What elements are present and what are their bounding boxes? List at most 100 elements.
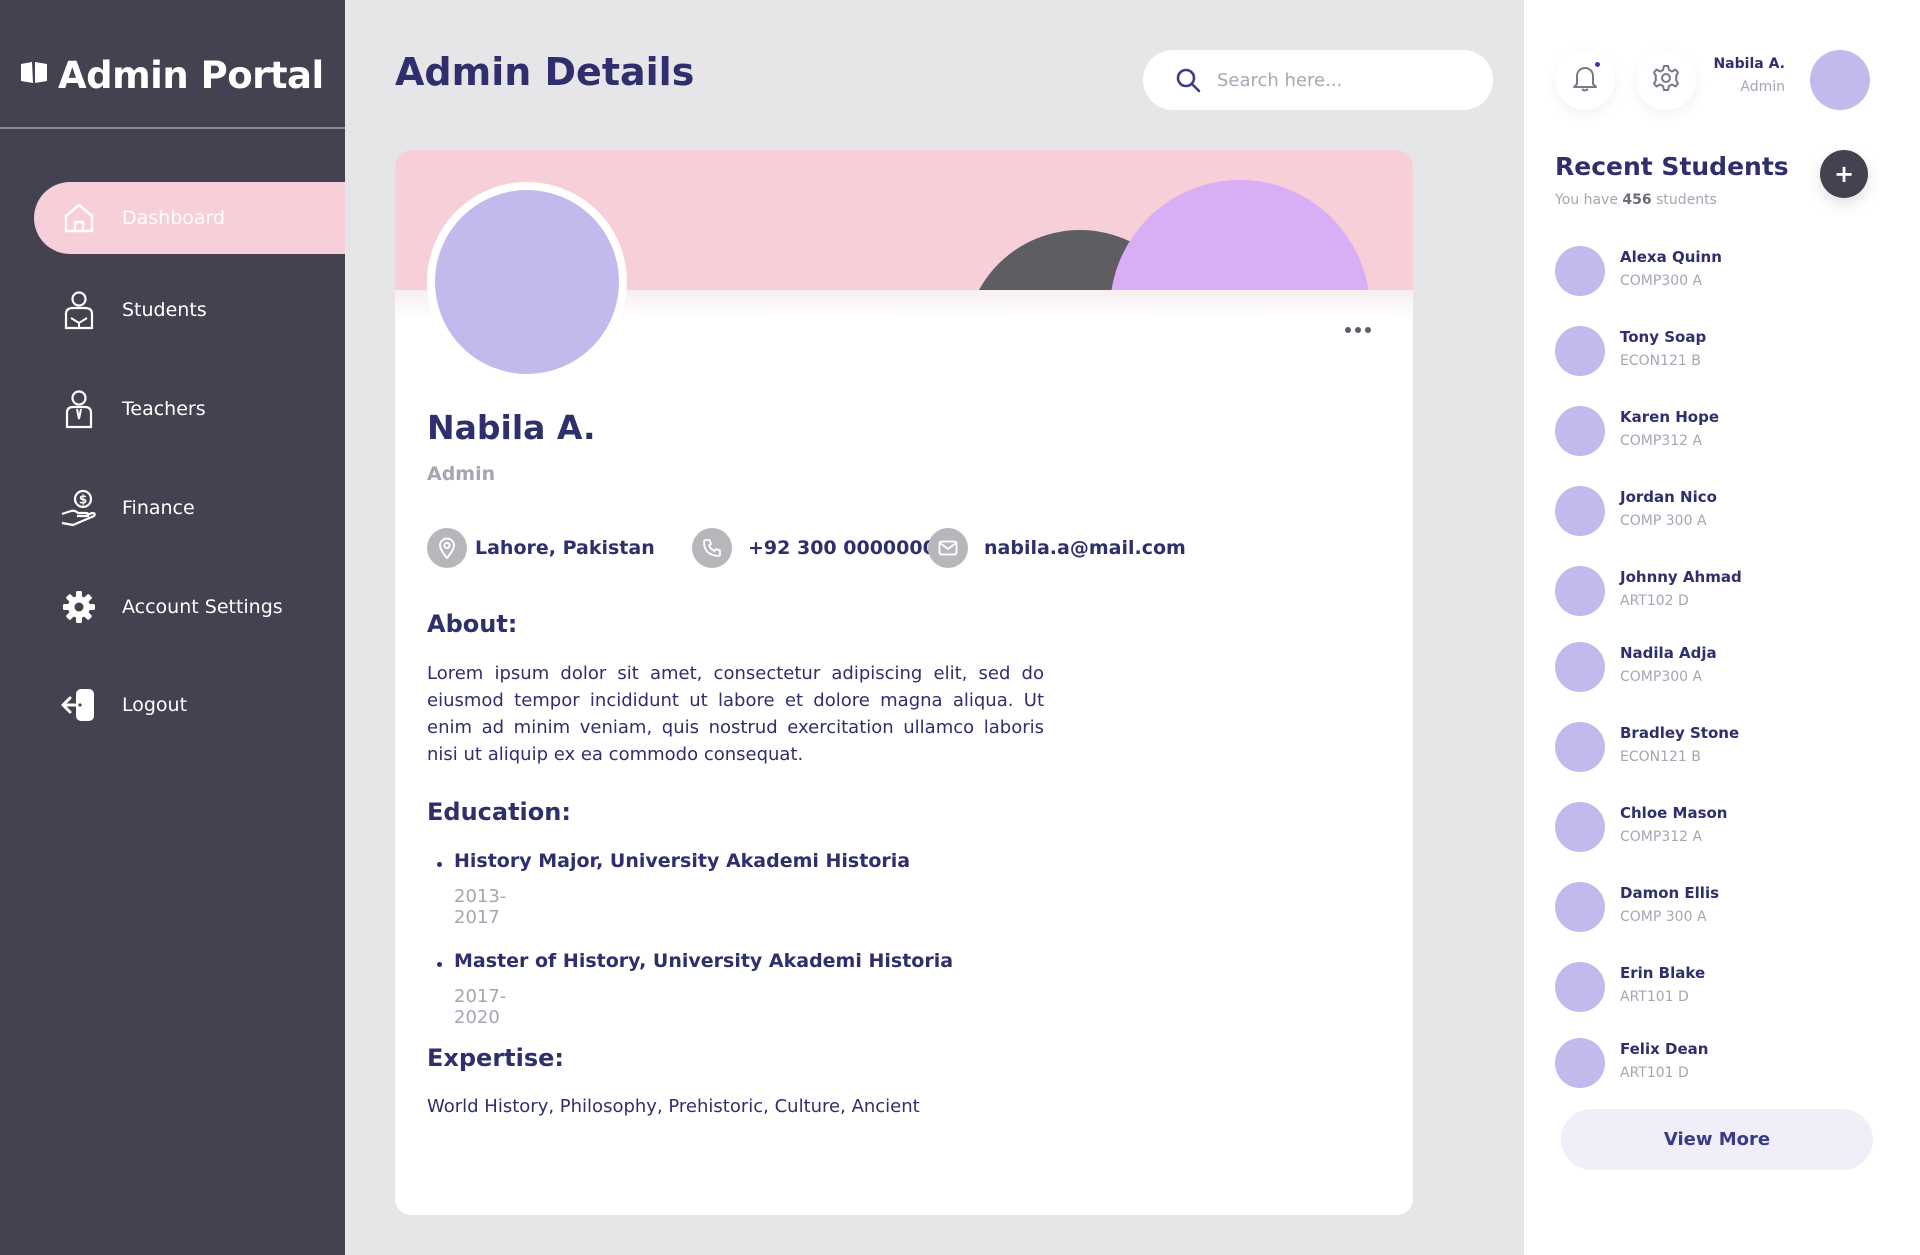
student-class: ART102 D: [1620, 593, 1689, 609]
search-icon: [1175, 67, 1201, 93]
sidebar-item-finance[interactable]: $ Finance: [34, 472, 345, 544]
contact-phone[interactable]: +92 300 0000000: [692, 528, 936, 568]
expertise-heading: Expertise:: [427, 1044, 565, 1072]
student-class: ART101 D: [1620, 989, 1689, 1005]
student-avatar: [1555, 326, 1605, 376]
brand-title: Admin Portal: [58, 53, 324, 97]
more-options-icon[interactable]: [1345, 322, 1375, 338]
book-icon: [20, 61, 48, 89]
mail-icon: [928, 528, 968, 568]
search-input[interactable]: [1217, 69, 1467, 91]
about-text: Lorem ipsum dolor sit amet, consectetur …: [427, 663, 1044, 765]
education-years: 2017-2020: [454, 986, 507, 1028]
profile-avatar: [427, 182, 627, 382]
education-years: 2013-2017: [454, 886, 507, 928]
notification-dot: [1593, 60, 1602, 69]
sidebar-item-logout[interactable]: Logout: [34, 669, 345, 741]
student-name: Jordan Nico: [1620, 488, 1717, 506]
student-name: Chloe Mason: [1620, 804, 1728, 822]
student-item[interactable]: Damon Ellis COMP 300 A: [1555, 882, 1875, 932]
subtitle-prefix: You have: [1555, 192, 1618, 208]
sidebar-item-dashboard[interactable]: Dashboard: [34, 182, 345, 254]
student-name: Damon Ellis: [1620, 884, 1720, 902]
student-avatar: [1555, 406, 1605, 456]
contact-location: Lahore, Pakistan: [427, 528, 655, 568]
profile-role: Admin: [427, 463, 496, 485]
contact-email[interactable]: nabila.a@mail.com: [928, 528, 1186, 568]
location-text: Lahore, Pakistan: [475, 537, 655, 559]
profile-card: Nabila A. Admin Lahore, Pakistan +92 300…: [395, 150, 1413, 1215]
sidebar-item-students[interactable]: Students: [34, 274, 345, 346]
student-item[interactable]: Felix Dean ART101 D: [1555, 1038, 1875, 1088]
student-item[interactable]: Karen Hope COMP312 A: [1555, 406, 1875, 456]
home-icon: [54, 193, 104, 243]
recent-students-title: Recent Students: [1555, 152, 1789, 181]
search-bar[interactable]: [1143, 50, 1493, 110]
student-class: COMP312 A: [1620, 829, 1703, 845]
logout-icon: [54, 680, 104, 730]
expertise-text: World History, Philosophy, Prehistoric, …: [427, 1096, 920, 1117]
student-class: ECON121 B: [1620, 749, 1701, 765]
divider: [0, 127, 345, 129]
student-name: Bradley Stone: [1620, 724, 1740, 742]
student-name: Johnny Ahmad: [1620, 568, 1742, 586]
education-title: Master of History, University Akademi Hi…: [454, 950, 954, 972]
sidebar-item-account-settings[interactable]: Account Settings: [34, 571, 345, 643]
student-avatar: [1555, 642, 1605, 692]
student-class: COMP312 A: [1620, 433, 1703, 449]
student-name: Felix Dean: [1620, 1040, 1709, 1058]
sidebar-item-label: Students: [122, 299, 207, 321]
user-name: Nabila A.: [1713, 56, 1785, 72]
recent-students-subtitle: You have 456 students: [1555, 192, 1717, 208]
sidebar-item-label: Account Settings: [122, 596, 283, 618]
student-item[interactable]: Chloe Mason COMP312 A: [1555, 802, 1875, 852]
notifications-button[interactable]: [1555, 50, 1615, 110]
page-title: Admin Details: [395, 50, 695, 94]
student-item[interactable]: Erin Blake ART101 D: [1555, 962, 1875, 1012]
student-name: Erin Blake: [1620, 964, 1706, 982]
student-count: 456: [1622, 192, 1652, 208]
student-class: ART101 D: [1620, 1065, 1689, 1081]
student-avatar: [1555, 246, 1605, 296]
student-avatar: [1555, 566, 1605, 616]
sidebar: Admin Portal Dashboard Students Teachers…: [0, 0, 345, 1255]
student-name: Alexa Quinn: [1620, 248, 1722, 266]
profile-name: Nabila A.: [427, 408, 596, 447]
add-student-button[interactable]: +: [1820, 150, 1868, 198]
student-item[interactable]: Bradley Stone ECON121 B: [1555, 722, 1875, 772]
bullet: [437, 962, 442, 967]
student-item[interactable]: Jordan Nico COMP 300 A: [1555, 486, 1875, 536]
sidebar-item-label: Teachers: [122, 398, 206, 420]
student-name: Karen Hope: [1620, 408, 1719, 426]
student-item[interactable]: Nadila Adja COMP300 A: [1555, 642, 1875, 692]
sidebar-item-teachers[interactable]: Teachers: [34, 373, 345, 445]
student-class: COMP300 A: [1620, 669, 1703, 685]
gear-icon: [54, 582, 104, 632]
email-text: nabila.a@mail.com: [984, 537, 1186, 559]
about-heading: About:: [427, 610, 518, 638]
user-block[interactable]: Nabila A. Admin: [1620, 56, 1785, 95]
education-heading: Education:: [427, 798, 571, 826]
student-icon: [54, 285, 104, 335]
phone-icon: [692, 528, 732, 568]
student-class: COMP 300 A: [1620, 909, 1707, 925]
student-avatar: [1555, 486, 1605, 536]
student-avatar: [1555, 1038, 1605, 1088]
phone-text: +92 300 0000000: [748, 537, 936, 559]
user-avatar[interactable]: [1810, 50, 1870, 110]
sidebar-item-label: Finance: [122, 497, 195, 519]
student-item[interactable]: Johnny Ahmad ART102 D: [1555, 566, 1875, 616]
finance-icon: $: [54, 483, 104, 533]
brand: Admin Portal: [20, 50, 324, 100]
view-more-button[interactable]: View More: [1561, 1109, 1873, 1170]
student-class: COMP300 A: [1620, 273, 1703, 289]
student-avatar: [1555, 802, 1605, 852]
student-avatar: [1555, 722, 1605, 772]
student-item[interactable]: Tony Soap ECON121 B: [1555, 326, 1875, 376]
education-title: History Major, University Akademi Histor…: [454, 850, 911, 872]
banner-decoration: [1110, 180, 1370, 290]
sidebar-item-label: Logout: [122, 694, 188, 716]
location-pin-icon: [427, 528, 467, 568]
student-avatar: [1555, 882, 1605, 932]
student-item[interactable]: Alexa Quinn COMP300 A: [1555, 246, 1875, 296]
